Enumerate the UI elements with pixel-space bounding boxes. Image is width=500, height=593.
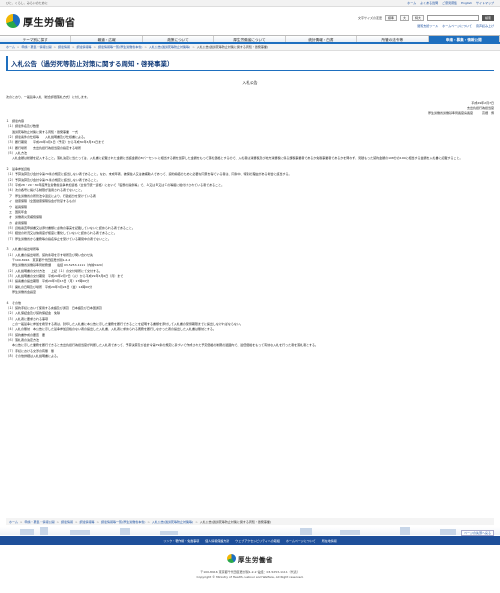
breadcrumb-link[interactable]: 入札公告(過労死等防止対策等) [152,520,193,524]
text-size-xlarge-button[interactable]: 特大 [411,14,424,21]
header-link-voice[interactable]: 音声読み上げ [476,24,494,28]
gnav-item-stats[interactable]: 統計情報・白書 [286,36,358,42]
cityscape-illustration [0,527,500,535]
gnav-item-about[interactable]: 厚生労働省について [214,36,286,42]
breadcrumb-link[interactable]: 調達情報等一覧(厚生労働省本省) [98,45,142,49]
footer-logo[interactable]: 厚生労働省 [227,554,273,564]
top-link-faq[interactable]: よくある質問 [420,1,438,5]
top-utility-bar: ひと、くらし、みらいのために ホーム よくある質問 ご意見募集 English … [0,0,500,7]
footer-link-privacy[interactable]: 個人情報保護方針 [205,539,229,543]
breadcrumb-link[interactable]: 調達情報 [61,520,73,524]
breadcrumb-current: 入札公告(過労死等防止対策に関する周知・啓発事業) [199,519,272,524]
breadcrumb-link[interactable]: 申請・募集・情報公開 [24,520,54,524]
notice-intro: 次のとおり、一般競争入札（総合評価落札方式）に付します。 [6,95,90,99]
footer-nav: リンク・著作権・免責事項 個人情報保護方針 ウェブアクセシビリティへの取組 ホー… [0,536,500,545]
gnav-item-laws[interactable]: 所管の法令等 [357,36,429,42]
header-tools: 文字サイズの変更 標準 大 特大 検索 閲覧支援ツール ホームページについて 音… [358,14,494,28]
signatory-name: 厚生労働省労働基準局長官房長官 高畑 博 [427,111,494,115]
gnav-item-theme[interactable]: テーマ別に探す [0,36,72,42]
tagline: ひと、くらし、みらいのために [6,1,48,5]
breadcrumb-link[interactable]: 調達情報等 [77,45,92,49]
breadcrumb-link[interactable]: ホーム [6,45,15,49]
notice-line: 入札金額は総額を記入すること。落札決定に当たっては、入札書に記載された金額に当該… [6,156,463,161]
footer-info: 厚生労働省 〒100-8916 東京都千代田区霞が関1-2-2 電話：03-52… [0,548,500,579]
text-size-standard-button[interactable]: 標準 [384,14,397,21]
top-link-sitemap[interactable]: サイトマップ [476,1,494,5]
footer-link-location[interactable]: 所在地情報 [322,539,337,543]
footer-address: 〒100-8916 東京都千代田区霞が関1-2-2 電話：03-5253-111… [200,570,300,574]
breadcrumb-current: 入札公告(過労死等防止対策に関する周知・啓発事業) [196,45,269,49]
footer-link-accessibility[interactable]: ウェブアクセシビリティへの取組 [235,539,280,543]
footer-copyright: Copyright © Ministry of Health, Labour a… [196,575,304,579]
notice-signature: 平成29年2月7日 支出負担行為担当官 厚生労働省労働基準局長官房長官 高畑 博 [6,101,494,116]
logo-text: 厚生労働省 [23,17,76,29]
page-title: 入札公告（過労死等防止対策に関する周知・啓発事業） [6,56,494,71]
gnav-item-press[interactable]: 報道・広報 [71,36,143,42]
top-link-opinion[interactable]: ご意見募集 [442,1,457,5]
site-header: 厚生労働省 文字サイズの変更 標準 大 特大 検索 閲覧支援ツール ホームページ… [0,7,500,35]
site-logo[interactable]: 厚生労働省 [6,14,76,29]
breadcrumb-link[interactable]: 申請・募集・情報公開 [21,45,51,49]
gnav-item-policy[interactable]: 政策について [143,36,215,42]
ministry-emblem-icon [227,554,236,563]
breadcrumb-link[interactable]: 調達情報 [58,45,70,49]
gnav-item-application[interactable]: 申請・募集・情報公開 [428,36,500,42]
breadcrumb-link[interactable]: 入札公告(過労死等防止対策等) [149,45,190,49]
notice-body: １ 調達内容 （１）調達件名及び数量 過労死等防止対策に関する周知・啓発事業 一式… [6,119,494,359]
breadcrumb: ホーム > 申請・募集・情報公開 > 調達情報 > 調達情報等 > 調達情報等一覧(厚生… [0,44,500,51]
footer-logo-text: 厚生労働省 [238,555,273,564]
footer-link-about[interactable]: ホームページについて [286,539,316,543]
search-button[interactable]: 検索 [482,14,494,21]
notice-heading: 入札公告 [242,80,258,85]
main-content: 入札公告（過労死等防止対策に関する周知・啓発事業） 入札公告 次のとおり、一般競… [0,56,500,359]
header-link-about[interactable]: ホームページについて [442,24,472,28]
site-search-input[interactable] [427,14,479,21]
header-link-accessibility[interactable]: 閲覧支援ツール [417,24,438,28]
notice-line: （８）その他詳細は入札説明書による。 [6,354,60,359]
top-link-english[interactable]: English [461,1,472,5]
ministry-emblem-icon [6,14,20,28]
top-links: ホーム よくある質問 ご意見募集 English サイトマップ [407,1,494,5]
breadcrumb-link[interactable]: 調達情報等 [80,520,95,524]
text-size-large-button[interactable]: 大 [399,14,409,21]
footer-breadcrumb: ホーム > 申請・募集・情報公開 > 調達情報 > 調達情報等 > 調達情報等一覧(厚生… [6,518,494,525]
breadcrumb-link[interactable]: 調達情報等一覧(厚生労働省本省) [101,520,145,524]
global-nav: テーマ別に探す 報道・広報 政策について 厚生労働省について 統計情報・白書 所… [0,35,500,44]
top-link-home[interactable]: ホーム [407,1,416,5]
breadcrumb-link[interactable]: ホーム [9,520,18,524]
text-size-label: 文字サイズの変更 [358,15,382,20]
footer-link-copyright[interactable]: リンク・著作権・免責事項 [163,539,199,543]
